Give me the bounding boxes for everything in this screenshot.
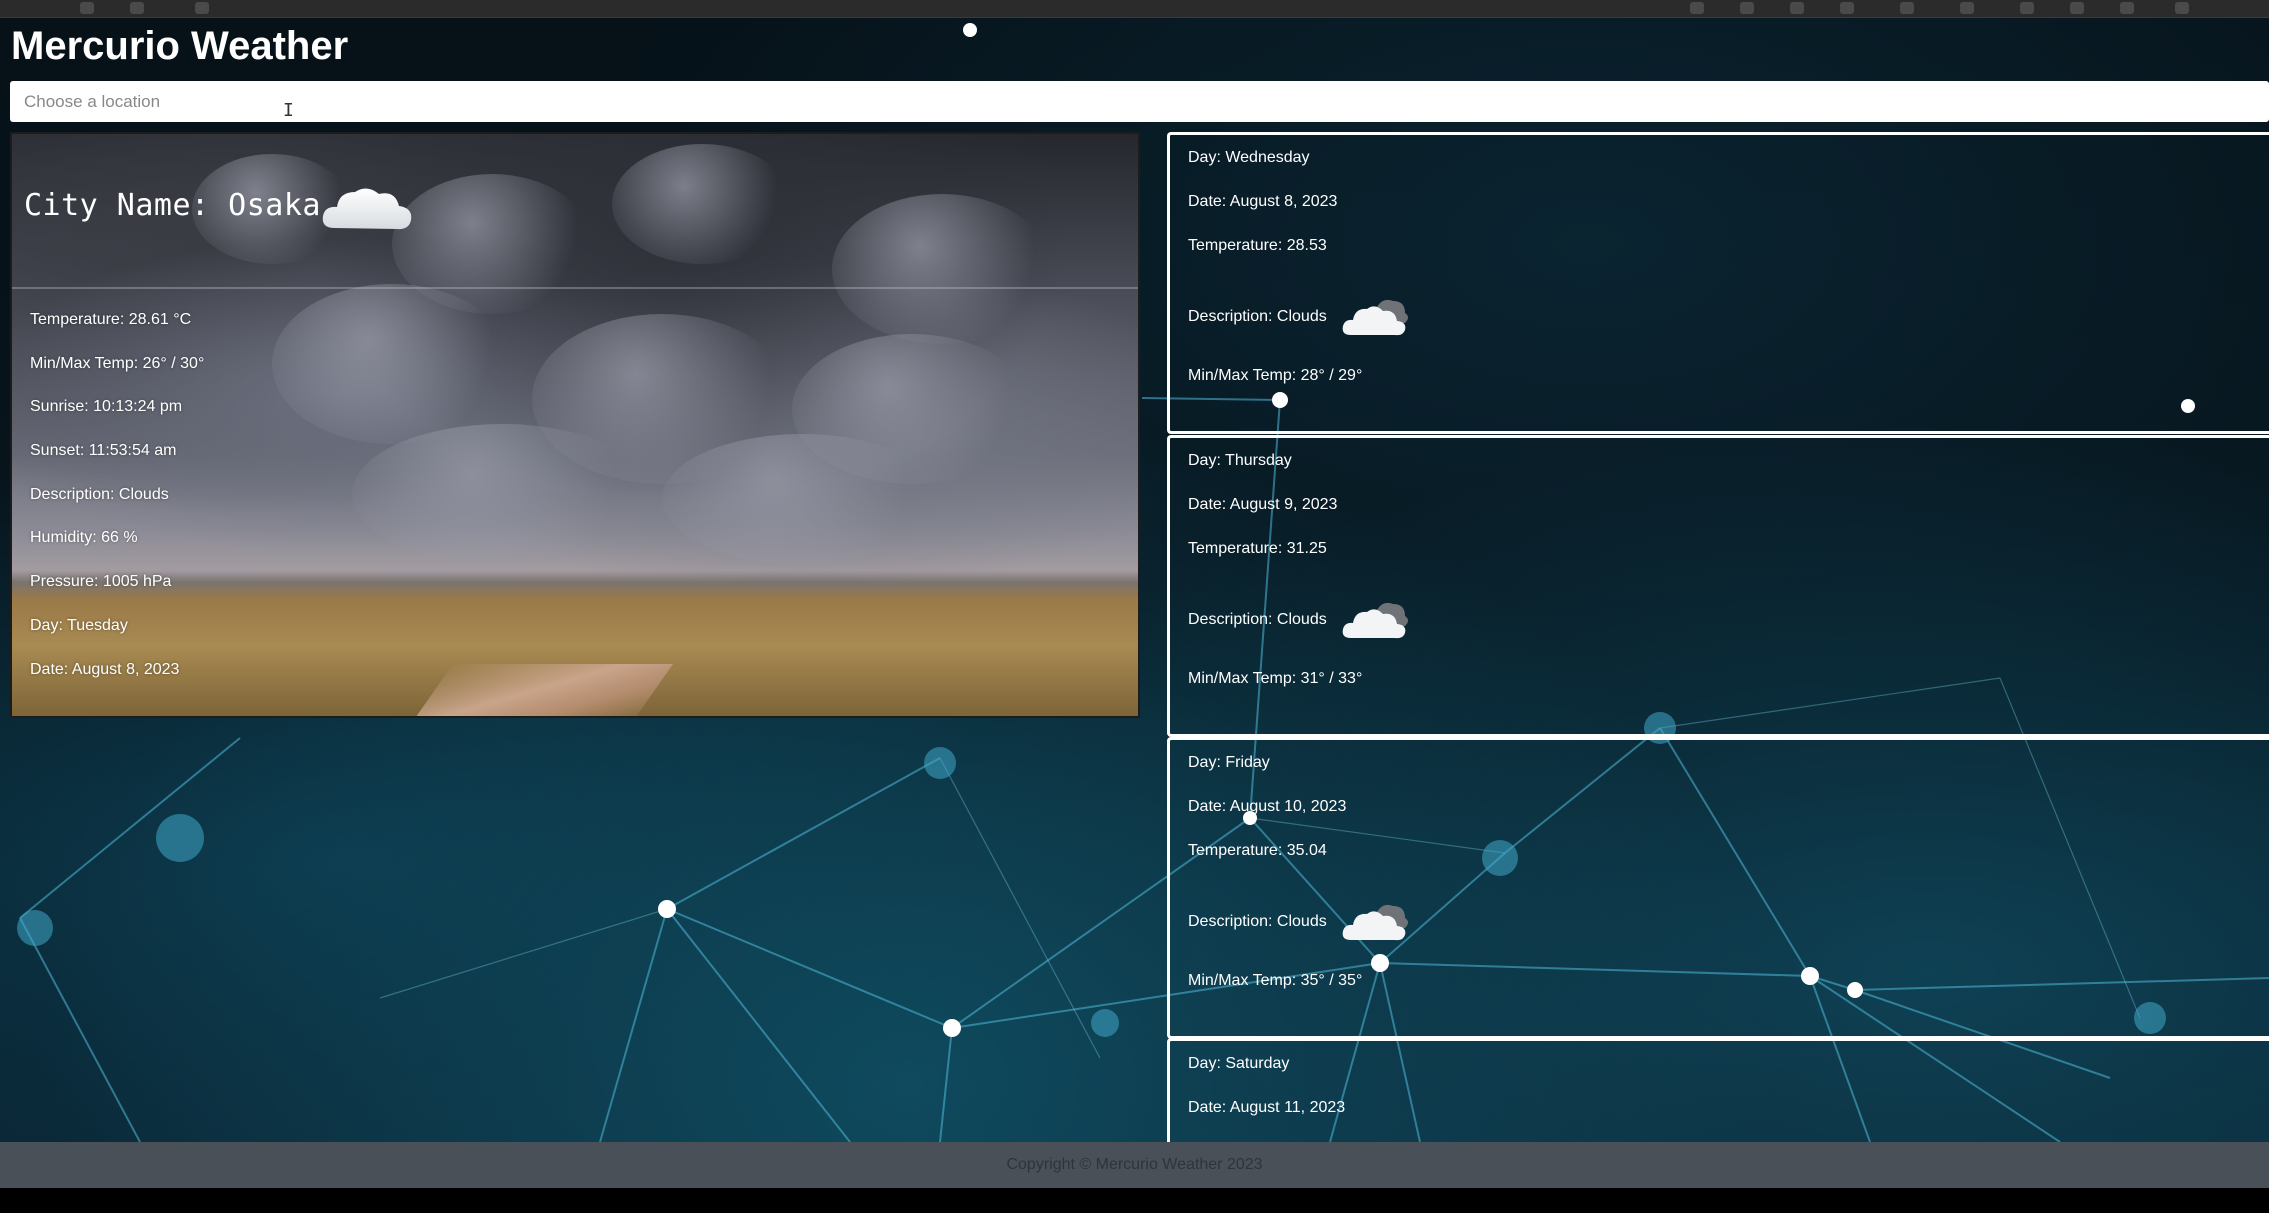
profile-icon[interactable] (1840, 2, 1854, 14)
forecast-card: Day: Wednesday Date: August 8, 2023 Temp… (1167, 132, 2269, 434)
site-info-icon[interactable] (195, 2, 209, 14)
footer-copyright: Copyright © Mercurio Weather 2023 (0, 1142, 2269, 1188)
share-icon[interactable] (1960, 2, 1974, 14)
forecast-temperature: Temperature: 31.25 (1188, 540, 1327, 557)
forecast-temperature: Temperature: 28.53 (1188, 237, 1327, 254)
cloud-icon (1342, 602, 1408, 639)
avatar[interactable] (2175, 2, 2189, 14)
forecast-description: Description: Clouds (1188, 611, 1327, 628)
forecast-date: Date: August 10, 2023 (1188, 798, 1347, 815)
settings-icon[interactable] (1900, 2, 1914, 14)
forecast-day: Day: Saturday (1188, 1055, 1290, 1072)
cloud-icon (322, 188, 412, 230)
browser-toolbar (0, 0, 2269, 18)
browser-menu-icon[interactable] (2070, 2, 2084, 14)
forecast-description-row: Description: Clouds (1188, 295, 1411, 339)
forecast-minmax: Min/Max Temp: 31° / 33° (1188, 670, 1363, 687)
forecast-day: Day: Thursday (1188, 452, 1292, 469)
current-date: Date: August 8, 2023 (30, 660, 180, 678)
current-minmax-temp: Min/Max Temp: 26° / 30° (30, 354, 205, 372)
current-description: Description: Clouds (30, 485, 169, 503)
forecast-date: Date: August 9, 2023 (1188, 496, 1338, 513)
sync-icon[interactable] (2120, 2, 2134, 14)
favorite-icon[interactable] (1740, 2, 1754, 14)
cloud-icon (1342, 299, 1408, 336)
forecast-card: Day: Friday Date: August 10, 2023 Temper… (1167, 737, 2269, 1039)
forecast-description-row: Description: Clouds (1188, 900, 1411, 944)
home-icon[interactable] (130, 2, 144, 14)
forecast-date: Date: August 11, 2023 (1188, 1099, 1346, 1116)
forecast-date: Date: August 8, 2023 (1188, 193, 1338, 210)
app-title: Mercurio Weather (11, 24, 349, 68)
downloads-icon[interactable] (2020, 2, 2034, 14)
city-name: City Name: Osaka (24, 188, 321, 223)
current-weather-card: City Name: Osaka Temperature: 28.61 °C M… (10, 132, 1140, 718)
forecast-minmax: Min/Max Temp: 35° / 35° (1188, 972, 1363, 989)
text-cursor-icon: I (283, 100, 294, 121)
forecast-temperature: Temperature: 35.04 (1188, 842, 1327, 859)
city-divider (12, 287, 1138, 289)
reload-icon[interactable] (80, 2, 94, 14)
location-search-input[interactable] (10, 81, 2269, 122)
bottom-strip (0, 1188, 2269, 1213)
forecast-card: Day: Thursday Date: August 9, 2023 Tempe… (1167, 435, 2269, 737)
forecast-day: Day: Wednesday (1188, 149, 1310, 166)
forecast-description: Description: Clouds (1188, 913, 1327, 930)
collections-icon[interactable] (1790, 2, 1804, 14)
current-sunset: Sunset: 11:53:54 am (30, 442, 177, 460)
forecast-minmax: Min/Max Temp: 28° / 29° (1188, 367, 1363, 384)
extension-icon[interactable] (1690, 2, 1704, 14)
current-pressure: Pressure: 1005 hPa (30, 573, 172, 591)
dirt-road (410, 664, 674, 716)
current-details-list: Temperature: 28.61 °C Min/Max Temp: 26° … (30, 310, 204, 703)
current-temperature: Temperature: 28.61 °C (30, 311, 192, 328)
current-humidity: Humidity: 66 % (30, 529, 138, 547)
current-day: Day: Tuesday (30, 616, 128, 634)
forecast-card: Day: Saturday Date: August 11, 2023 (1167, 1038, 2269, 1148)
forecast-description: Description: Clouds (1188, 308, 1327, 325)
cloud-icon (1342, 904, 1408, 941)
forecast-description-row: Description: Clouds (1188, 598, 1411, 642)
current-sunrise: Sunrise: 10:13:24 pm (30, 398, 183, 416)
forecast-day: Day: Friday (1188, 754, 1270, 771)
